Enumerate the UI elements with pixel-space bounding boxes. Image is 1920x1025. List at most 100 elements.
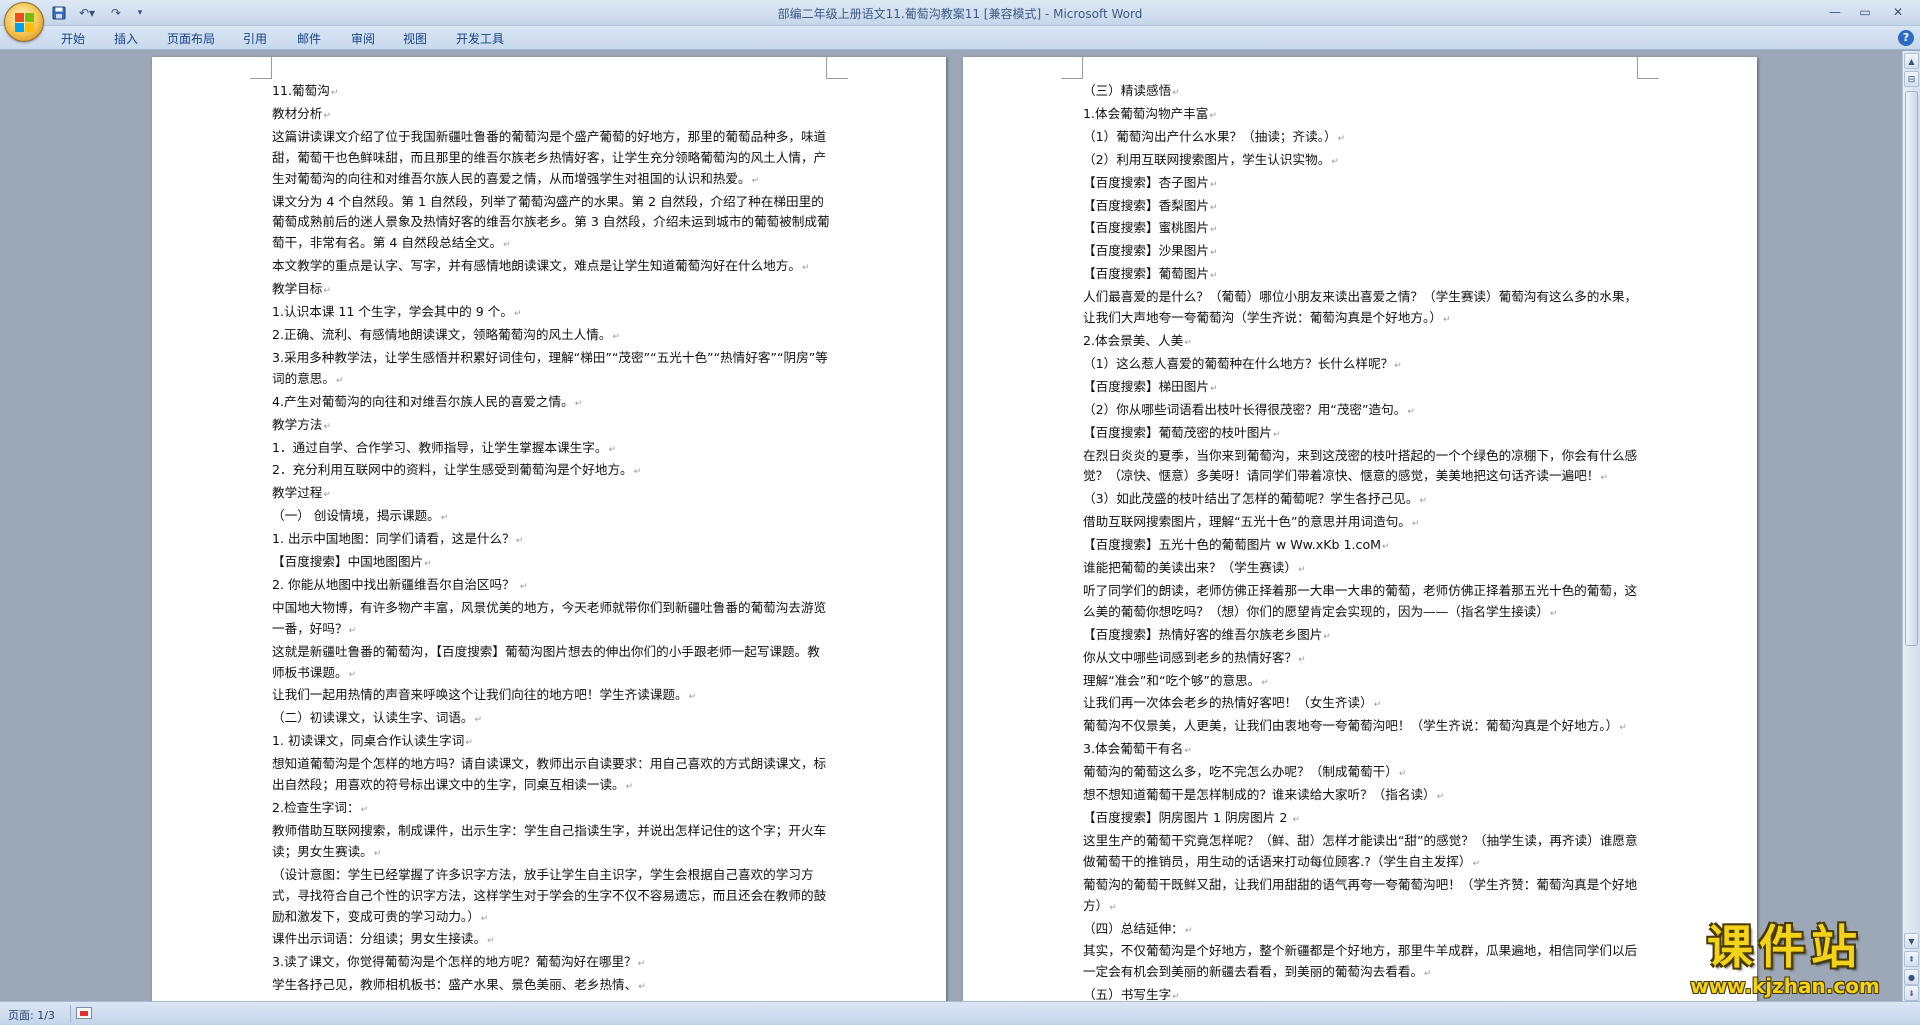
close-button[interactable]: ✕ — [1882, 3, 1914, 21]
paragraph[interactable]: 教师借助互联网搜索，制成课件，出示生字：学生自己指读生字，并说出怎样记住的这个字… — [272, 821, 832, 865]
paragraph[interactable]: 课文分为 4 个自然段。第 1 自然段，列举了葡萄沟盛产的水果。第 2 自然段，… — [272, 192, 832, 257]
paragraph[interactable]: （五）书写生字↵ — [1083, 985, 1643, 1001]
paragraph[interactable]: （一） 创设情境，揭示课题。↵ — [272, 506, 832, 529]
tab-references[interactable]: 引用 — [243, 30, 267, 48]
paragraph-text: （1）葡萄沟出产什么水果？（抽读；齐读。） — [1083, 128, 1337, 144]
proofing-icon[interactable] — [76, 1007, 92, 1019]
view-ruler-button[interactable]: ⊟ — [1904, 71, 1919, 87]
paragraph[interactable]: （2）你从哪些词语看出枝叶长得很茂密？用“茂密”造句。↵ — [1083, 400, 1643, 423]
paragraph[interactable]: 【百度搜索】中国地图图片↵ — [272, 552, 832, 575]
paragraph-mark-icon: ↵ — [1184, 337, 1192, 348]
paragraph[interactable]: 这篇讲读课文介绍了位于我国新疆吐鲁番的葡萄沟是个盛产葡萄的好地方，那里的葡萄品种… — [272, 127, 832, 192]
paragraph-mark-icon: ↵ — [608, 444, 616, 455]
document-page-1[interactable]: 11.葡萄沟↵ 教材分析↵ 这篇讲读课文介绍了位于我国新疆吐鲁番的葡萄沟是个盛产葡萄… — [152, 57, 946, 1001]
paragraph[interactable]: 教学方法↵ — [272, 415, 832, 438]
page-1-text[interactable]: 11.葡萄沟↵ 教材分析↵ 这篇讲读课文介绍了位于我国新疆吐鲁番的葡萄沟是个盛产葡萄… — [272, 81, 832, 1001]
paragraph[interactable]: 【百度搜索】蜜桃图片↵ — [1083, 218, 1643, 241]
paragraph[interactable]: 教学目标↵ — [272, 279, 832, 302]
paragraph[interactable]: 课件出示词语：分组读；男女生接读。↵ — [272, 929, 832, 952]
paragraph[interactable]: 【百度搜索】杏子图片↵ — [1083, 173, 1643, 196]
tab-insert[interactable]: 插入 — [114, 30, 138, 48]
paragraph[interactable]: 2. 你能从地图中找出新疆维吾尔自治区吗？ ↵ — [272, 575, 832, 598]
paragraph-mark-icon: ↵ — [519, 581, 528, 592]
paragraph[interactable]: 本文教学的重点是认字、写字，并有感情地朗读课文，难点是让学生知道葡萄沟好在什么地… — [272, 256, 832, 279]
paragraph[interactable]: 2．充分利用互联网中的资料，让学生感受到葡萄沟是个好地方。↵ — [272, 460, 832, 483]
paragraph[interactable]: 1．通过自学、合作学习、教师指导，让学生掌握本课生字。↵ — [272, 438, 832, 461]
paragraph[interactable]: 理解“准会”和“吃个够”的意思。↵ — [1083, 671, 1643, 694]
help-icon[interactable]: ? — [1898, 30, 1914, 46]
paragraph[interactable]: 1.体会葡萄沟物产丰富↵ — [1083, 104, 1643, 127]
paragraph[interactable]: 中国地大物博，有许多物产丰富，风景优美的地方，今天老师就带你们到新疆吐鲁番的葡萄… — [272, 598, 832, 642]
vertical-scrollbar[interactable]: ▲ ⊟ ▼ ⇞ ● ⇟ — [1902, 51, 1920, 1001]
paragraph[interactable]: 1. 初读课文，同桌合作认读生字词↵ — [272, 731, 832, 754]
paragraph[interactable]: 教学过程↵ — [272, 483, 832, 506]
paragraph[interactable]: 【百度搜索】五光十色的葡萄图片 w Ww.xKb 1.coM↵ — [1083, 535, 1643, 558]
minimize-button[interactable]: — — [1822, 3, 1848, 21]
paragraph[interactable]: 葡萄沟不仅景美，人更美，让我们由衷地夸一夸葡萄沟吧！（学生齐说：葡萄沟真是个好地… — [1083, 716, 1643, 739]
paragraph[interactable]: 【百度搜索】沙果图片↵ — [1083, 241, 1643, 264]
paragraph[interactable]: 4.产生对葡萄沟的向往和对维吾尔族人民的喜爱之情。↵ — [272, 392, 832, 415]
page-number-indicator[interactable]: 页面: 1/3 — [8, 1007, 55, 1023]
paragraph-mark-icon: ↵ — [633, 467, 642, 478]
paragraph[interactable]: 借助互联网搜索图片，理解“五光十色”的意思并用词造句。↵ — [1083, 512, 1643, 535]
paragraph[interactable]: （1）葡萄沟出产什么水果？（抽读；齐读。）↵ — [1083, 127, 1643, 150]
paragraph-text: 4.产生对葡萄沟的向往和对维吾尔族人民的喜爱之情。 — [272, 393, 574, 409]
paragraph[interactable]: 【百度搜索】热情好客的维吾尔族老乡图片↵ — [1083, 625, 1643, 648]
tab-review[interactable]: 审阅 — [351, 30, 375, 48]
document-page-2[interactable]: （三）精读感悟↵ 1.体会葡萄沟物产丰富↵ （1）葡萄沟出产什么水果？（抽读；齐读。… — [963, 57, 1757, 1001]
paragraph[interactable]: 2.检查生字词：↵ — [272, 798, 832, 821]
paragraph[interactable]: 其实，不仅葡萄沟是个好地方，整个新疆都是个好地方，那里牛羊成群，瓜果遍地，相信同… — [1083, 941, 1643, 985]
paragraph[interactable]: 【百度搜索】葡萄图片↵ — [1083, 264, 1643, 287]
paragraph[interactable]: 3.采用多种教学法，让学生感悟并积累好词佳句，理解“梯田”“茂密”“五光十色”“… — [272, 348, 832, 392]
paragraph[interactable]: 2.正确、流利、有感情地朗读课文，领略葡萄沟的风土人情。↵ — [272, 325, 832, 348]
paragraph[interactable]: 谁能把葡萄的美读出来？（学生赛读）↵ — [1083, 558, 1643, 581]
paragraph[interactable]: 葡萄沟的葡萄这么多，吃不完怎么办呢？（制成葡萄干）↵ — [1083, 762, 1643, 785]
paragraph[interactable]: 人们最喜爱的是什么？（葡萄）哪位小朋友来读出喜爱之情？（学生赛读）葡萄沟有这么多… — [1083, 287, 1643, 331]
tab-page-layout[interactable]: 页面布局 — [167, 30, 215, 48]
paragraph[interactable]: （二）初读课文，认读生字、词语。↵ — [272, 708, 832, 731]
paragraph[interactable]: 想不想知道葡萄干是怎样制成的？谁来读给大家听？（指名读）↵ — [1083, 785, 1643, 808]
page-2-text[interactable]: （三）精读感悟↵ 1.体会葡萄沟物产丰富↵ （1）葡萄沟出产什么水果？（抽读；齐读。… — [1083, 81, 1643, 1001]
paragraph[interactable]: 2.体会景美、人美↵ — [1083, 331, 1643, 354]
tab-mailings[interactable]: 邮件 — [297, 30, 321, 48]
tab-home[interactable]: 开始 — [61, 30, 85, 48]
paragraph[interactable]: 【百度搜索】葡萄茂密的枝叶图片↵ — [1083, 423, 1643, 446]
paragraph-text: 2. 你能从地图中找出新疆维吾尔自治区吗？ — [272, 576, 519, 592]
paragraph[interactable]: 听了同学们的朗读，老师仿佛正择着那一大串一大串的葡萄，老师仿佛正择着那五光十色的… — [1083, 581, 1643, 625]
paragraph[interactable]: 1.认识本课 11 个生字，学会其中的 9 个。↵ — [272, 302, 832, 325]
paragraph[interactable]: 1. 出示中国地图：同学们请看，这是什么？↵ — [272, 529, 832, 552]
maximize-button[interactable]: ▭ — [1852, 3, 1878, 21]
paragraph-mark-icon: ↵ — [1109, 902, 1117, 913]
document-area[interactable]: 11.葡萄沟↵ 教材分析↵ 这篇讲读课文介绍了位于我国新疆吐鲁番的葡萄沟是个盛产葡萄… — [0, 51, 1902, 1001]
paragraph[interactable]: 让我们再一次体会老乡的热情好客吧！（女生齐读）↵ — [1083, 693, 1643, 716]
paragraph[interactable]: 你从文中哪些词感到老乡的热情好客？↵ — [1083, 648, 1643, 671]
paragraph-mark-icon: ↵ — [1419, 496, 1427, 507]
paragraph[interactable]: （设计意图：学生已经掌握了许多识字方法，放手让学生自主识字，学生会根据自己喜欢的… — [272, 865, 832, 930]
paragraph[interactable]: 学生各抒己见，教师相机板书：盛产水果、景色美丽、老乡热情、↵ — [272, 975, 832, 998]
scroll-up-button[interactable]: ▲ — [1904, 53, 1919, 69]
paragraph[interactable]: （2）利用互联网搜索图片，学生认识实物。↵ — [1083, 150, 1643, 173]
paragraph[interactable]: 葡萄沟的葡萄干既鲜又甜，让我们用甜甜的语气再夸一夸葡萄沟吧！（学生齐赞：葡萄沟真… — [1083, 875, 1643, 919]
paragraph[interactable]: 这就是新疆吐鲁番的葡萄沟，【百度搜索】葡萄沟图片想去的伸出你们的小手跟老师一起写… — [272, 642, 832, 686]
paragraph[interactable]: 想知道葡萄沟是个怎样的地方吗？请自读课文，教师出示自读要求：用自己喜欢的方式朗读… — [272, 754, 832, 798]
paragraph[interactable]: 在烈日炎炎的夏季，当你来到葡萄沟，来到这茂密的枝叶搭起的一个个绿色的凉棚下，你会… — [1083, 446, 1643, 490]
paragraph[interactable]: （3）如此茂盛的枝叶结出了怎样的葡萄呢？学生各抒己见。↵ — [1083, 489, 1643, 512]
office-button[interactable] — [4, 2, 44, 42]
paragraph[interactable]: （四）总结延伸：↵ — [1083, 919, 1643, 942]
tab-developer[interactable]: 开发工具 — [456, 30, 504, 48]
paragraph[interactable]: 【百度搜索】阴房图片 1 阴房图片 2 ↵ — [1083, 808, 1643, 831]
paragraph[interactable]: （1）这么惹人喜爱的葡萄种在什么地方？长什么样呢？↵ — [1083, 354, 1643, 377]
ribbon-tab-bar: 开始 插入 页面布局 引用 邮件 审阅 视图 开发工具 ? — [0, 26, 1920, 50]
paragraph[interactable]: 【百度搜索】梯田图片↵ — [1083, 377, 1643, 400]
tab-view[interactable]: 视图 — [403, 30, 427, 48]
paragraph[interactable]: 【百度搜索】香梨图片↵ — [1083, 196, 1643, 219]
paragraph[interactable]: 这里生产的葡萄干究竟怎样呢？（鲜、甜）怎样才能读出“甜”的感觉？（抽学生读，再齐… — [1083, 831, 1643, 875]
paragraph[interactable]: （三）精读感悟↵ — [1083, 81, 1643, 104]
paragraph[interactable]: 11.葡萄沟↵ — [272, 81, 832, 104]
scrollbar-thumb[interactable] — [1905, 91, 1918, 646]
paragraph[interactable]: 教材分析↵ — [272, 104, 832, 127]
paragraph[interactable]: 3.体会葡萄干有名↵ — [1083, 739, 1643, 762]
paragraph-mark-icon: ↵ — [1209, 248, 1218, 259]
paragraph[interactable]: 让我们一起用热情的声音来呼唤这个让我们向往的地方吧！学生齐读课题。↵ — [272, 685, 832, 708]
paragraph[interactable]: 3.读了课文，你觉得葡萄沟是个怎样的地方呢？葡萄沟好在哪里？↵ — [272, 952, 832, 975]
